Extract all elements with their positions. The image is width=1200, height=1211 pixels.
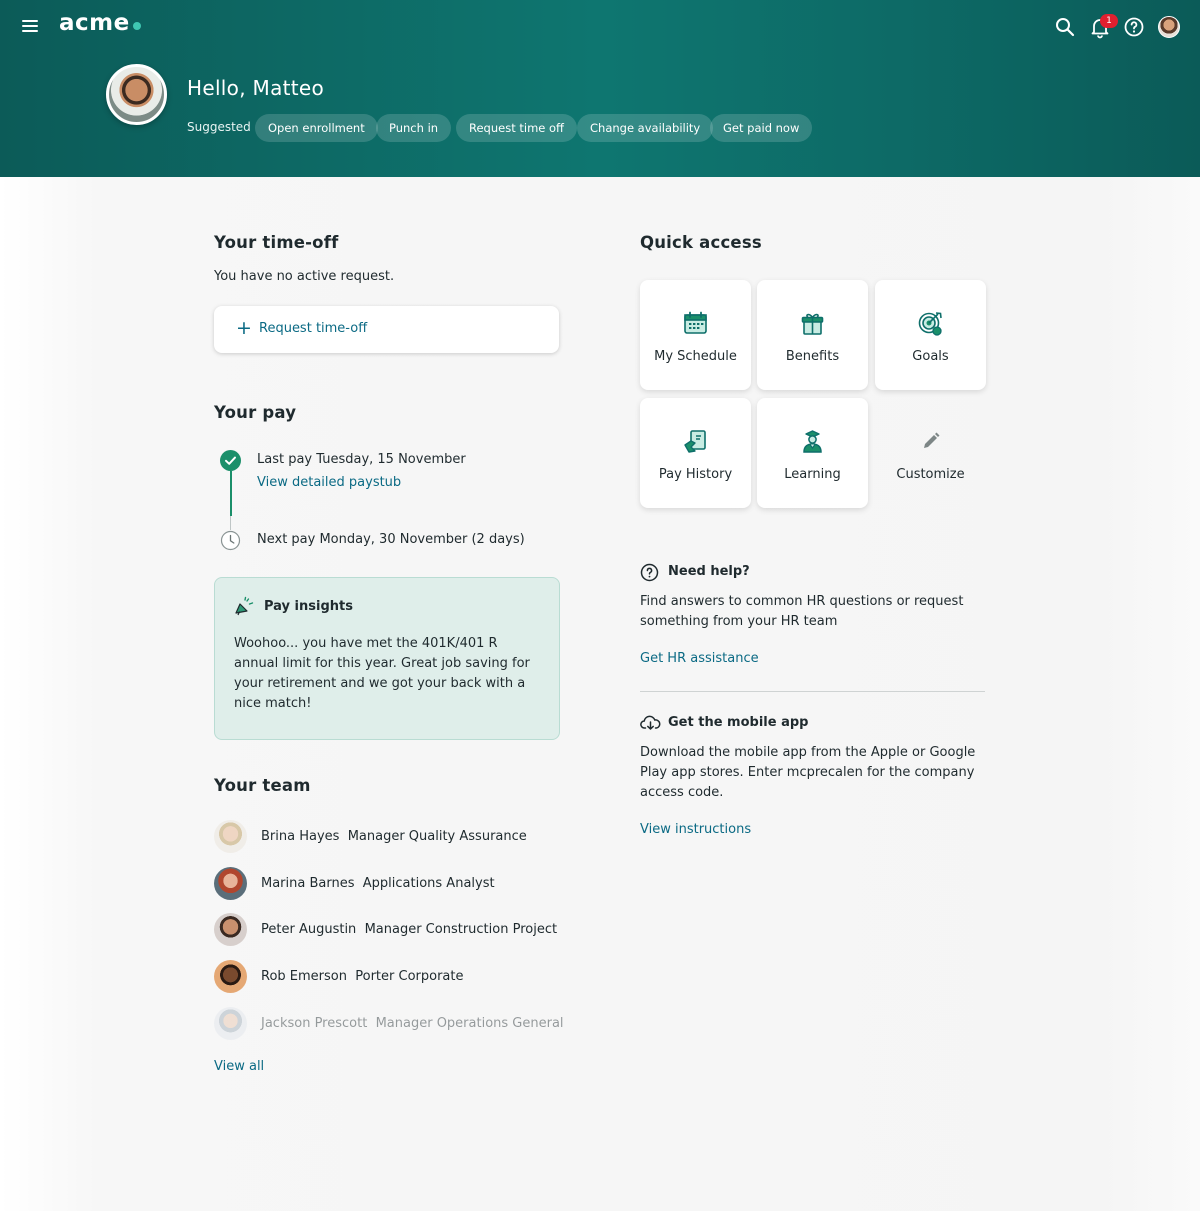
cloud-download-icon [640,713,661,732]
pay-insights-title: Pay insights [264,599,353,614]
need-help-body: Find answers to common HR questions or r… [640,594,964,629]
team-member-name: Marina Barnes Applications Analyst [261,876,495,891]
time-off-status: You have no active request. [214,269,395,284]
tile-benefits[interactable]: Benefits [757,280,868,390]
time-off-title: Your time-off [214,233,339,252]
mobile-app-title: Get the mobile app [668,715,809,730]
hamburger-menu-icon[interactable] [20,17,40,37]
greeting: Hello, Matteo [187,76,325,100]
request-time-off-label: Request time-off [259,321,368,336]
avatar [214,1007,247,1040]
need-help-title: Need help? [668,564,750,579]
view-all-team-link[interactable]: View all [214,1059,264,1074]
avatar [214,867,247,900]
chip-punch-in[interactable]: Punch in [376,114,452,142]
avatar [214,913,247,946]
suggested-label: Suggested [187,120,251,134]
request-time-off-button[interactable]: + Request time-off [214,306,559,353]
gift-icon [799,310,826,337]
main-content [0,177,1200,1211]
team-member[interactable]: Peter Augustin Manager Construction Proj… [214,913,560,947]
search-icon[interactable] [1053,15,1077,39]
divider [640,691,985,692]
mobile-app-body: Download the mobile app from the Apple o… [640,745,976,800]
tile-label: Goals [912,349,949,364]
timeline-line [230,471,232,516]
chip-open-enrollment[interactable]: Open enrollment [255,114,378,142]
logo-dot [133,22,141,30]
check-icon [220,450,241,471]
next-pay-text: Next pay Monday, 30 November (2 days) [257,532,525,547]
tile-label: Customize [896,467,965,482]
tile-customize[interactable]: Customize [875,398,986,508]
quick-access-title: Quick access [640,233,762,252]
team-member-name: Jackson Prescott Manager Operations Gene… [261,1016,564,1031]
view-paystub-link[interactable]: View detailed paystub [257,475,401,490]
megaphone-icon [233,596,255,618]
tile-label: Learning [784,467,841,482]
team-title: Your team [214,776,311,795]
pay-insights-card: Pay insights Woohoo... you have met the … [214,577,560,740]
calendar-icon [682,310,709,337]
team-member[interactable]: Brina Hayes Manager Quality Assurance [214,820,560,854]
notification-badge: 1 [1100,14,1118,28]
tile-label: Pay History [658,467,733,482]
pay-insights-body: Woohoo... you have met the 401K/401 R an… [234,636,530,711]
team-member-name: Brina Hayes Manager Quality Assurance [261,829,527,844]
app-logo[interactable]: acme [59,10,130,36]
tile-my-schedule[interactable]: My Schedule [640,280,751,390]
tile-goals[interactable]: Goals [875,280,986,390]
help-icon[interactable] [1122,15,1146,39]
get-hr-assistance-link[interactable]: Get HR assistance [640,651,759,666]
plus-icon: + [236,317,252,339]
chip-get-paid-now[interactable]: Get paid now [710,114,813,142]
avatar [214,820,247,853]
tile-label: My Schedule [654,349,737,364]
pay-title: Your pay [214,403,297,422]
team-member-name: Peter Augustin Manager Construction Proj… [261,922,558,937]
team-member-name: Rob Emerson Porter Corporate [261,969,464,984]
pay-history-icon [682,428,709,455]
chip-change-availability[interactable]: Change availability [577,114,714,142]
tile-pay-history[interactable]: Pay History [640,398,751,508]
timeline-line [230,516,231,530]
page-header: acme 1 Hello, Matteo Suggested Open enro… [0,0,1200,177]
chip-request-time-off[interactable]: Request time off [456,114,577,142]
team-member[interactable]: Rob Emerson Porter Corporate [214,960,560,994]
graduate-icon [799,428,826,455]
team-member[interactable]: Jackson Prescott Manager Operations Gene… [214,1007,564,1041]
profile-avatar [106,64,167,125]
question-circle-icon [640,563,659,582]
user-avatar[interactable] [1158,16,1180,38]
last-pay-text: Last pay Tuesday, 15 November [257,452,466,467]
top-bar: acme 1 [0,0,1200,54]
clock-icon [220,530,241,551]
tile-label: Benefits [785,349,840,364]
team-member[interactable]: Marina Barnes Applications Analyst [214,867,560,901]
view-instructions-link[interactable]: View instructions [640,822,751,837]
target-icon [917,310,944,337]
pencil-icon [917,428,944,455]
tile-learning[interactable]: Learning [757,398,868,508]
avatar [214,960,247,993]
